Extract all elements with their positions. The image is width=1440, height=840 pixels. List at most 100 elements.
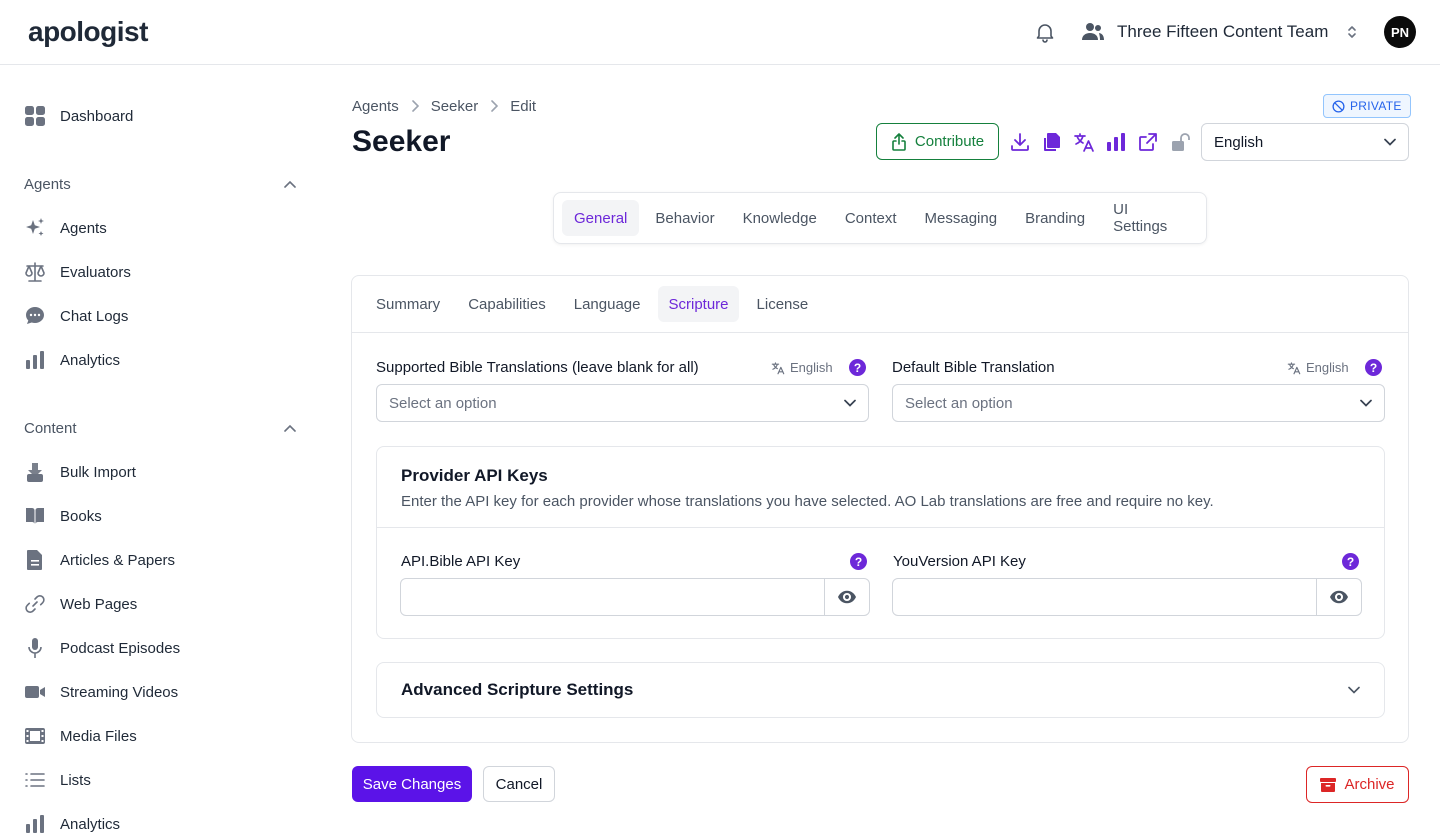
advanced-settings-title: Advanced Scripture Settings xyxy=(401,680,634,699)
youversion-key-input[interactable] xyxy=(893,579,1316,615)
sidebar-item-podcast-episodes[interactable]: Podcast Episodes xyxy=(24,634,180,662)
sidebar-section-content[interactable]: Content xyxy=(24,416,296,440)
subtab-language[interactable]: Language xyxy=(564,286,651,322)
team-name: Three Fifteen Content Team xyxy=(1117,22,1329,41)
sidebar-item-label: Podcast Episodes xyxy=(60,639,181,657)
supported-translations-label: Supported Bible Translations (leave blan… xyxy=(376,359,699,376)
top-bar: apologist Three Fifteen Content Team PN xyxy=(0,0,1440,65)
subtab-capabilities[interactable]: Capabilities xyxy=(458,286,556,322)
copy-icon[interactable] xyxy=(1041,131,1063,153)
save-changes-button[interactable]: Save Changes xyxy=(352,766,472,802)
translate-icon[interactable] xyxy=(1073,131,1095,153)
team-switcher[interactable]: Three Fifteen Content Team xyxy=(1081,16,1358,48)
advanced-scripture-settings-accordion[interactable]: Advanced Scripture Settings xyxy=(376,662,1385,718)
provider-api-keys-card: Provider API Keys Enter the API key for … xyxy=(376,446,1385,639)
help-icon[interactable]: ? xyxy=(850,553,867,570)
settings-card: Summary Capabilities Language Scripture … xyxy=(351,275,1409,743)
private-badge: PRIVATE xyxy=(1323,94,1411,118)
sidebar-item-label: Analytics xyxy=(60,815,121,833)
user-avatar[interactable]: PN xyxy=(1384,16,1416,48)
video-icon xyxy=(25,686,45,698)
language-tag: English xyxy=(1306,360,1349,375)
sidebar-item-articles-papers[interactable]: Articles & Papers xyxy=(24,546,175,574)
section-title: Agents xyxy=(24,175,71,193)
sidebar-item-streaming-videos[interactable]: Streaming Videos xyxy=(24,678,178,706)
sidebar-item-media-files[interactable]: Media Files xyxy=(24,722,137,750)
default-translation-select[interactable]: Select an option xyxy=(892,384,1385,422)
translate-icon xyxy=(771,361,785,374)
breadcrumb-agents[interactable]: Agents xyxy=(352,98,399,115)
chevron-right-icon xyxy=(411,100,419,112)
select-placeholder: Select an option xyxy=(905,394,1013,412)
subtab-summary[interactable]: Summary xyxy=(366,286,450,322)
main-tabs: General Behavior Knowledge Context Messa… xyxy=(553,192,1207,244)
link-icon xyxy=(25,595,45,613)
supported-translations-select[interactable]: Select an option xyxy=(376,384,869,422)
tab-knowledge[interactable]: Knowledge xyxy=(731,200,829,236)
sidebar-item-chat-logs[interactable]: Chat Logs xyxy=(24,302,128,330)
import-icon xyxy=(27,463,43,482)
sidebar-item-evaluators[interactable]: Evaluators xyxy=(24,258,131,286)
unlock-icon[interactable] xyxy=(1169,131,1191,153)
sidebar-item-lists[interactable]: Lists xyxy=(24,766,91,794)
default-translation-label: Default Bible Translation xyxy=(892,359,1055,376)
download-icon[interactable] xyxy=(1009,131,1031,153)
document-icon xyxy=(27,550,42,570)
contribute-button[interactable]: Contribute xyxy=(876,123,999,160)
tab-ui-settings[interactable]: UI Settings xyxy=(1101,200,1194,236)
sidebar-item-bulk-import[interactable]: Bulk Import xyxy=(24,458,136,486)
youversion-key-label: YouVersion API Key xyxy=(893,553,1026,570)
external-link-icon[interactable] xyxy=(1137,131,1159,153)
subtab-scripture[interactable]: Scripture xyxy=(658,286,739,322)
tab-general[interactable]: General xyxy=(562,200,640,236)
apologist-logo[interactable]: apologist xyxy=(28,14,148,50)
archive-button[interactable]: Archive xyxy=(1306,766,1409,803)
youversion-key-field xyxy=(892,578,1362,616)
sidebar-item-label: Dashboard xyxy=(60,107,134,125)
api-bible-key-input[interactable] xyxy=(401,579,824,615)
api-bible-key-label: API.Bible API Key xyxy=(401,553,521,570)
sidebar-item-label: Chat Logs xyxy=(60,307,129,325)
select-placeholder: Select an option xyxy=(389,394,497,412)
section-title: Content xyxy=(24,419,77,437)
tab-behavior[interactable]: Behavior xyxy=(643,200,726,236)
language-select-value: English xyxy=(1214,133,1264,151)
breadcrumb-seeker[interactable]: Seeker xyxy=(431,98,479,115)
chevron-down-icon xyxy=(1384,138,1396,146)
share-upload-icon xyxy=(892,132,906,151)
chevron-right-icon xyxy=(491,100,499,112)
sidebar-item-label: Books xyxy=(60,507,102,525)
sidebar-item-content-analytics[interactable]: Analytics xyxy=(24,810,120,838)
sidebar-item-books[interactable]: Books xyxy=(24,502,102,530)
sidebar-item-dashboard[interactable]: Dashboard xyxy=(24,102,133,130)
show-api-bible-key-button[interactable] xyxy=(824,579,869,615)
eye-icon xyxy=(838,590,856,604)
tab-branding[interactable]: Branding xyxy=(1013,200,1097,236)
private-badge-label: PRIVATE xyxy=(1350,99,1402,113)
language-select[interactable]: English xyxy=(1201,123,1409,161)
eye-icon xyxy=(1330,590,1348,604)
sidebar-section-agents[interactable]: Agents xyxy=(24,172,296,196)
analytics-bars-icon[interactable] xyxy=(1105,131,1127,153)
help-icon[interactable]: ? xyxy=(1342,553,1359,570)
chevron-down-icon xyxy=(1360,399,1372,407)
eye-slash-circle-icon xyxy=(1332,99,1345,113)
show-youversion-key-button[interactable] xyxy=(1316,579,1361,615)
bar-chart-icon xyxy=(26,351,44,369)
sidebar-item-web-pages[interactable]: Web Pages xyxy=(24,590,137,618)
tab-messaging[interactable]: Messaging xyxy=(913,200,1010,236)
help-icon[interactable]: ? xyxy=(1365,359,1382,376)
tab-context[interactable]: Context xyxy=(833,200,909,236)
sidebar-item-agent-analytics[interactable]: Analytics xyxy=(24,346,120,374)
sidebar-item-label: Media Files xyxy=(60,727,137,745)
cancel-button[interactable]: Cancel xyxy=(483,766,555,802)
chevron-up-icon xyxy=(284,180,296,188)
help-icon[interactable]: ? xyxy=(849,359,866,376)
subtab-license[interactable]: License xyxy=(747,286,819,322)
chevron-up-icon xyxy=(284,424,296,432)
breadcrumb: Agents Seeker Edit xyxy=(352,96,536,116)
notifications-bell-icon[interactable] xyxy=(1033,20,1057,44)
default-translation-language: English xyxy=(1287,360,1349,375)
sidebar-item-agents[interactable]: Agents xyxy=(24,214,107,242)
archive-label: Archive xyxy=(1344,776,1395,793)
